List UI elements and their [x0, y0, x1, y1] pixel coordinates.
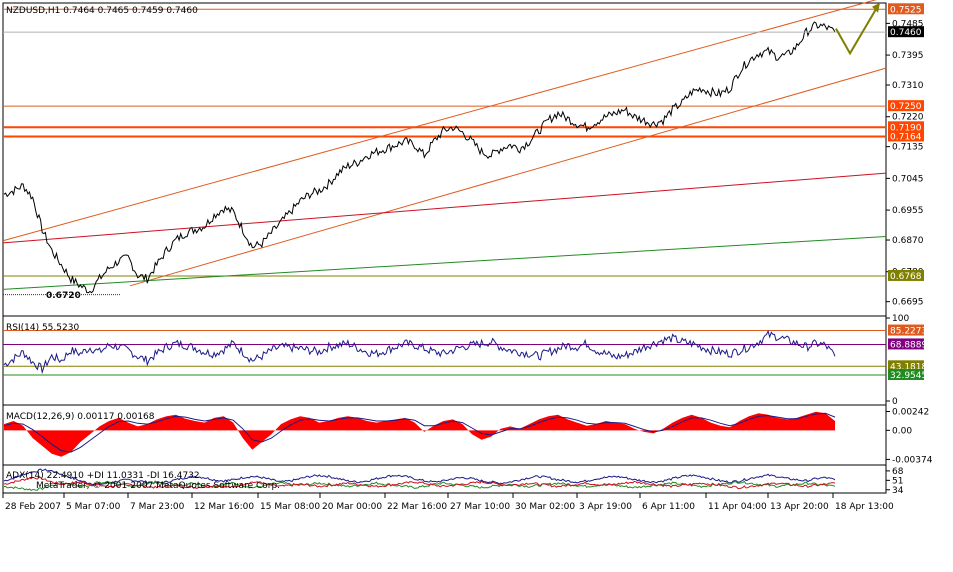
adx-tick-label: 34	[892, 486, 904, 496]
price-tick-label: 0.7310	[892, 81, 924, 91]
macd-tick-label: 0.00242	[892, 408, 929, 418]
x-tick-label: 11 Apr 04:00	[708, 502, 767, 512]
rsi-level-badge-text: 32.9545	[890, 371, 927, 381]
current-price-badge-text: 0.7460	[890, 28, 922, 38]
rsi-tick-label: 0	[892, 397, 898, 407]
rsi-header: RSI(14) 55.5230	[6, 323, 79, 333]
price-tick-label: 0.6695	[892, 298, 924, 308]
rsi-level-badge: 85.2273	[888, 324, 927, 337]
price-tick-label: 0.7135	[892, 143, 924, 153]
x-tick-label: 30 Mar 02:00	[515, 502, 575, 512]
level-badge-text: 0.7250	[890, 102, 922, 112]
current-price-badge: 0.7460	[888, 26, 924, 38]
low-annotation: 0.6720	[46, 291, 81, 301]
x-tick-label: 20 Mar 00:00	[322, 502, 382, 512]
trading-chart: 0.74850.73950.73100.72200.71350.70450.69…	[2, 0, 933, 512]
macd-tick-label: 0.00	[892, 426, 912, 436]
rsi-level-badge: 32.9545	[888, 368, 927, 381]
rsi-level-badge: 68.8889	[888, 338, 927, 350]
adx-header: ADX(14) 22.4910 +DI 11.0331 -DI 16.4732	[6, 471, 200, 481]
level-badge-text: 0.6768	[890, 272, 922, 282]
x-tick-label: 7 Mar 23:00	[130, 502, 185, 512]
price-tick-label: 0.7045	[892, 174, 924, 184]
level-badge: 0.7250	[888, 100, 924, 112]
x-tick-label: 27 Mar 10:00	[450, 502, 510, 512]
level-badge-text: 0.7164	[890, 132, 922, 142]
watermark: MetaTrader, © 2001-2007 MetaQuotes Softw…	[36, 481, 280, 491]
macd-tick-label: -0.00374	[892, 455, 933, 465]
rsi-level-badge-text: 68.8889	[890, 340, 927, 350]
price-tick-label: 0.6955	[892, 206, 924, 216]
level-badge: 0.7164	[888, 130, 924, 142]
x-axis: 28 Feb 2007 5 Mar 07:00 7 Mar 23:00 12 Mar …	[2, 493, 894, 512]
level-badge: 0.7525	[888, 3, 924, 15]
macd-header: MACD(12,26,9) 0.00117 0.00168	[6, 412, 155, 422]
x-tick-label: 5 Mar 07:00	[66, 502, 121, 512]
level-badge: 0.6768	[888, 269, 924, 282]
x-tick-label: 6 Apr 11:00	[642, 502, 695, 512]
x-tick-label: 18 Apr 13:00	[835, 502, 894, 512]
x-tick-label: 3 Apr 19:00	[579, 502, 632, 512]
x-tick-label: 13 Apr 20:00	[770, 502, 829, 512]
x-tick-label: 28 Feb 2007	[5, 502, 61, 512]
x-tick-label: 15 Mar 08:00	[260, 502, 320, 512]
x-tick-label: 22 Mar 16:00	[387, 502, 447, 512]
level-badge-text: 0.7525	[890, 5, 922, 15]
price-tick-label: 0.7395	[892, 51, 924, 61]
rsi-level-badge-text: 85.2273	[890, 327, 927, 337]
price-tick-label: 0.7220	[892, 113, 924, 123]
price-header: NZDUSD,H1 0.7464 0.7465 0.7459 0.7460	[6, 6, 198, 16]
rsi-tick-label: 100	[892, 314, 909, 324]
x-tick-label: 12 Mar 16:00	[194, 502, 254, 512]
price-tick-label: 0.6870	[892, 236, 924, 246]
